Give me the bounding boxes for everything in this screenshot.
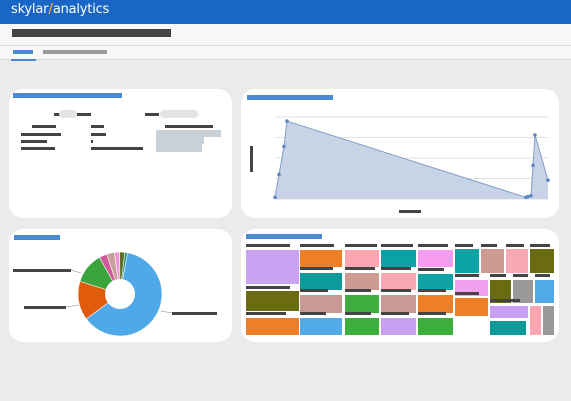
treemap-tile-label — [381, 244, 413, 247]
treemap-tile-label — [481, 244, 497, 247]
area-chart-card — [241, 89, 559, 218]
treemap-tile[interactable] — [506, 249, 528, 273]
treemap-tile[interactable] — [300, 250, 342, 267]
area-chart — [273, 116, 550, 200]
treemap-tile[interactable] — [490, 306, 528, 318]
treemap-tile[interactable] — [345, 295, 379, 313]
brand-logo[interactable]: skylar/analytics — [11, 2, 109, 17]
tab-active[interactable] — [13, 50, 33, 54]
treemap-tile-label — [381, 312, 409, 315]
treemap-tile-label — [246, 286, 290, 289]
data-point — [529, 193, 533, 198]
treemap-tile-label — [418, 312, 446, 315]
treemap-tile[interactable] — [530, 306, 541, 335]
treemap-tile-label — [455, 292, 479, 295]
treemap-tile[interactable] — [455, 298, 488, 316]
treemap-tile-label — [418, 268, 444, 271]
treemap-card — [241, 229, 559, 342]
treemap-tile[interactable] — [481, 249, 504, 273]
treemap-tile-label — [246, 244, 290, 247]
treemap-tile[interactable] — [455, 249, 479, 273]
treemap-tile-label — [490, 274, 506, 277]
treemap-tile[interactable] — [345, 250, 379, 267]
data-point — [282, 144, 286, 149]
card-title — [13, 93, 122, 98]
treemap-tile-label — [535, 274, 550, 277]
treemap-tile-label — [381, 289, 411, 292]
column-header — [91, 125, 104, 128]
treemap-tile[interactable] — [300, 273, 342, 290]
treemap-tile-label — [381, 267, 411, 270]
treemap-tile[interactable] — [300, 295, 342, 313]
data-point — [531, 163, 535, 168]
treemap-tile-label — [418, 289, 446, 292]
treemap-tile[interactable] — [246, 318, 299, 335]
data-point — [285, 119, 289, 123]
treemap-tile[interactable] — [381, 250, 416, 267]
filter-label — [145, 113, 159, 116]
treemap-chart — [241, 229, 559, 342]
leader-line — [160, 310, 173, 314]
treemap-tile-label — [300, 244, 334, 247]
treemap-tile-label — [300, 267, 333, 270]
area-fill — [275, 121, 548, 199]
donut-chart — [65, 251, 173, 337]
page-title-bar — [0, 24, 571, 46]
data-point — [277, 172, 281, 177]
treemap-tile[interactable] — [246, 250, 299, 284]
treemap-tile-label — [513, 274, 528, 277]
treemap-tile[interactable] — [543, 306, 554, 335]
treemap-tile-label — [530, 244, 550, 247]
treemap-tile-label — [345, 244, 377, 247]
treemap-tile-label — [246, 312, 286, 315]
donut-chart-card — [9, 229, 232, 342]
treemap-tile-label — [490, 299, 520, 302]
treemap-tile[interactable] — [418, 250, 453, 267]
filter-dropdown[interactable] — [59, 110, 77, 118]
app-header: skylar/analytics — [0, 0, 571, 24]
treemap-tile[interactable] — [300, 318, 342, 335]
treemap-tile[interactable] — [530, 249, 554, 273]
leader-line — [70, 269, 82, 274]
tab-secondary[interactable] — [43, 50, 107, 54]
treemap-tile-label — [345, 312, 371, 315]
treemap-tile[interactable] — [490, 321, 526, 335]
brand-name-right: analytics — [52, 2, 110, 17]
treemap-tile[interactable] — [418, 274, 453, 290]
tab-active-indicator — [11, 59, 36, 61]
data-point — [546, 178, 550, 182]
treemap-tile[interactable] — [418, 318, 453, 335]
treemap-tile[interactable] — [345, 273, 379, 290]
treemap-tile-label — [345, 289, 371, 292]
leader-line — [65, 304, 80, 308]
treemap-tile-label — [300, 289, 328, 292]
treemap-tile-label — [418, 244, 448, 247]
donut-hole — [105, 279, 135, 309]
brand-name-left: skylar — [11, 2, 49, 17]
treemap-tile[interactable] — [535, 280, 554, 303]
treemap-tile-label — [455, 244, 473, 247]
treemap-tile[interactable] — [381, 318, 416, 335]
data-point — [273, 195, 277, 200]
data-point — [533, 133, 537, 137]
table-card — [9, 89, 232, 218]
treemap-tile[interactable] — [345, 318, 379, 335]
column-header — [165, 125, 213, 128]
page-title — [12, 29, 171, 37]
column-header — [32, 125, 56, 128]
treemap-tile-label — [506, 244, 524, 247]
filter-dropdown[interactable] — [160, 110, 198, 118]
treemap-tile[interactable] — [246, 291, 299, 311]
treemap-tile-label — [345, 267, 375, 270]
filter-label — [77, 113, 91, 116]
tab-bar — [0, 46, 571, 61]
treemap-tile[interactable] — [418, 295, 453, 313]
treemap-tile-label — [455, 274, 479, 277]
treemap-tile[interactable] — [381, 273, 416, 290]
treemap-tile[interactable] — [381, 295, 416, 313]
treemap-tile-label — [300, 312, 326, 315]
